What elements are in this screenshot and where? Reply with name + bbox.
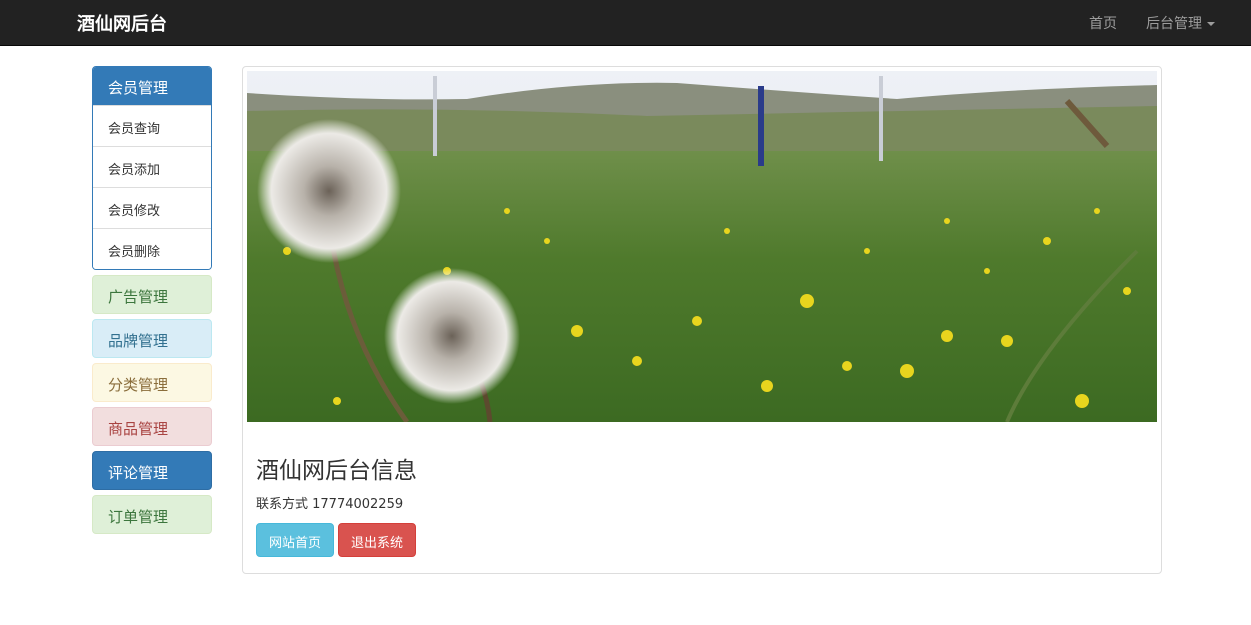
sidebar: 会员管理 会员查询 会员添加 会员修改 会员删除 广告管理 品牌管理 分类管理 …	[92, 66, 212, 534]
nav-home-link[interactable]: 首页	[1089, 13, 1117, 33]
page-title: 酒仙网后台信息	[256, 458, 417, 484]
meadow-photo	[247, 71, 1157, 422]
site-home-button[interactable]: 网站首页	[256, 523, 335, 557]
top-navbar: 酒仙网后台 首页 后台管理	[0, 0, 1251, 46]
logout-button[interactable]: 退出系统	[338, 523, 417, 557]
comments-panel[interactable]: 评论管理	[92, 451, 212, 490]
caption: 酒仙网后台信息 联系方式 17774002259 网站首页 退出系统	[247, 422, 1157, 566]
member-edit-link[interactable]: 会员修改	[93, 187, 211, 228]
ads-panel[interactable]: 广告管理	[92, 275, 212, 314]
nav-admin-label: 后台管理	[1146, 16, 1202, 32]
button-row: 网站首页 退出系统	[256, 512, 1148, 557]
brand-link[interactable]: 酒仙网后台	[77, 10, 167, 36]
info-thumbnail: 酒仙网后台信息 联系方式 17774002259 网站首页 退出系统	[242, 66, 1162, 574]
brand-panel[interactable]: 品牌管理	[92, 319, 212, 358]
contact-info: 联系方式 17774002259	[256, 497, 404, 512]
member-query-link[interactable]: 会员查询	[93, 105, 211, 146]
member-panel: 会员管理 会员查询 会员添加 会员修改 会员删除	[92, 66, 212, 270]
member-delete-link[interactable]: 会员删除	[93, 228, 211, 269]
member-panel-heading[interactable]: 会员管理	[93, 67, 211, 105]
category-panel[interactable]: 分类管理	[92, 363, 212, 402]
nav-admin-dropdown[interactable]: 后台管理	[1146, 13, 1215, 33]
orders-panel[interactable]: 订单管理	[92, 495, 212, 534]
caret-down-icon	[1207, 22, 1215, 26]
member-add-link[interactable]: 会员添加	[93, 146, 211, 187]
goods-panel[interactable]: 商品管理	[92, 407, 212, 446]
